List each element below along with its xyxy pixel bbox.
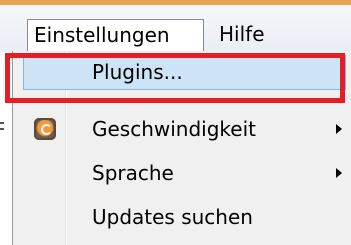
menu-hilfe[interactable]: Hilfe (219, 19, 265, 52)
submenu-arrow-icon (336, 124, 342, 134)
menu-item-geschwindigkeit[interactable]: Geschwindigkeit (13, 108, 351, 150)
menu-item-sprache[interactable]: Sprache (13, 152, 351, 194)
annotation-box (5, 53, 345, 103)
menu-einstellungen[interactable]: Einstellungen (27, 19, 204, 52)
menu-bar: Einstellungen Hilfe (0, 0, 351, 52)
submenu-arrow-icon (336, 168, 342, 178)
menu-item-label: Updates suchen (92, 205, 253, 229)
menu-item-label: Sprache (92, 161, 174, 185)
menu-item-updates-suchen[interactable]: Updates suchen (13, 196, 351, 238)
window-edge-handle (0, 122, 4, 136)
menu-item-label: Geschwindigkeit (92, 117, 257, 141)
speed-icon (34, 118, 56, 140)
menubar-accent-line (0, 0, 351, 5)
